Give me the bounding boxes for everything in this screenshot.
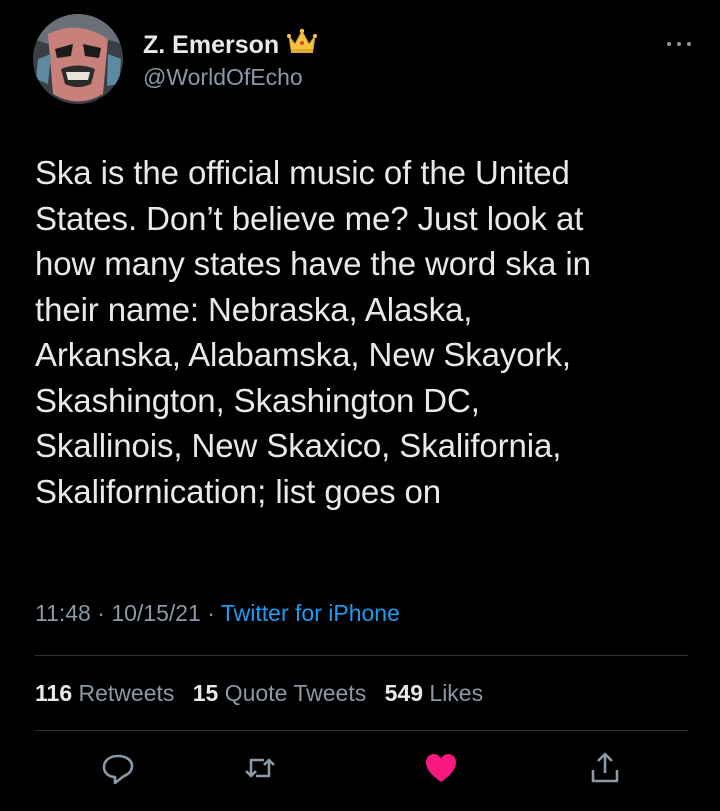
tweet-stats: 116 Retweets 15 Quote Tweets 549 Likes bbox=[35, 680, 483, 707]
meta-separator: · bbox=[97, 600, 105, 626]
quote-count: 15 bbox=[192, 680, 219, 706]
author-handle[interactable]: @WorldOfEcho bbox=[143, 64, 317, 91]
retweets-stat[interactable]: 116 Retweets bbox=[35, 680, 174, 706]
likes-count: 549 bbox=[384, 680, 424, 706]
likes-label: Likes bbox=[429, 680, 484, 706]
like-icon[interactable] bbox=[421, 748, 461, 788]
divider bbox=[35, 655, 688, 656]
tweet-source-link[interactable]: Twitter for iPhone bbox=[221, 600, 400, 626]
crown-icon bbox=[287, 28, 318, 61]
author-name[interactable]: Z. Emerson bbox=[143, 28, 318, 61]
quote-tweets-stat[interactable]: 15 Quote Tweets bbox=[193, 680, 366, 706]
retweets-label: Retweets bbox=[78, 680, 175, 706]
share-icon[interactable] bbox=[585, 748, 625, 788]
tweet-meta: 11:48 · 10/15/21 · Twitter for iPhone bbox=[35, 600, 400, 627]
avatar[interactable] bbox=[33, 14, 123, 104]
display-name-text[interactable]: Z. Emerson bbox=[143, 30, 279, 60]
retweets-count: 116 bbox=[35, 680, 73, 706]
author-info: Z. Emerson @WorldOfEcho bbox=[143, 28, 318, 91]
quote-label: Quote Tweets bbox=[224, 680, 367, 706]
likes-stat[interactable]: 549 Likes bbox=[385, 680, 483, 706]
tweet-text: Ska is the official music of the United … bbox=[35, 154, 591, 510]
divider bbox=[35, 730, 688, 731]
tweet-actions bbox=[0, 748, 720, 798]
retweet-icon[interactable] bbox=[240, 748, 280, 788]
tweet-time[interactable]: 11:48 bbox=[35, 600, 91, 626]
more-options-icon[interactable] bbox=[665, 36, 693, 46]
tweet-header: Z. Emerson @WorldOfEcho bbox=[33, 14, 693, 104]
meta-separator: · bbox=[207, 600, 215, 626]
reply-icon[interactable] bbox=[98, 748, 138, 788]
tweet-date[interactable]: 10/15/21 bbox=[111, 600, 201, 626]
